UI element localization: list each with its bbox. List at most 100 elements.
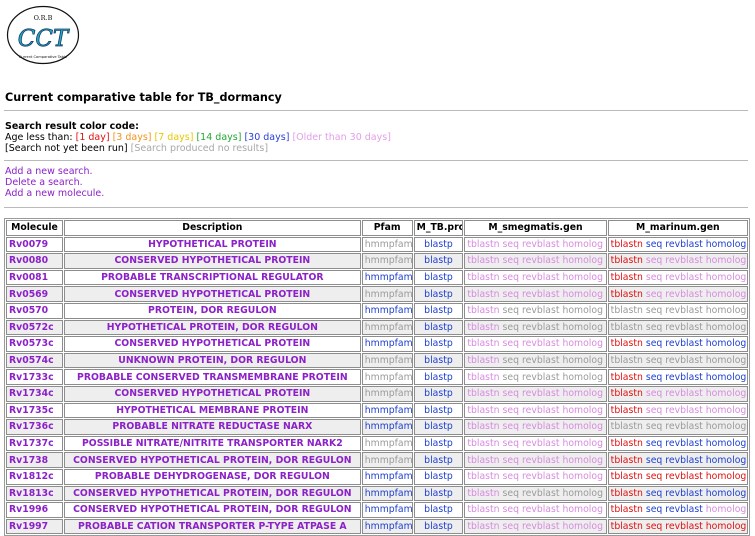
- seq-link[interactable]: seq: [503, 305, 519, 316]
- tblastn-link[interactable]: tblastn: [611, 289, 643, 300]
- seq-link[interactable]: seq: [646, 372, 662, 383]
- homolog-link[interactable]: homolog: [562, 471, 603, 482]
- molecule-link[interactable]: Rv1738: [9, 455, 48, 466]
- col-header-msmegmatis-gen[interactable]: M_smegmatis.gen: [464, 220, 607, 236]
- blastp-link[interactable]: blastp: [424, 405, 453, 416]
- tblastn-link[interactable]: tblastn: [611, 405, 643, 416]
- blastp-link[interactable]: blastp: [424, 338, 453, 349]
- tblastn-link[interactable]: tblastn: [467, 438, 499, 449]
- blastp-link[interactable]: blastp: [424, 272, 453, 283]
- tblastn-link[interactable]: tblastn: [611, 504, 643, 515]
- revblast-link[interactable]: revblast: [522, 421, 560, 432]
- revblast-link[interactable]: revblast: [665, 322, 703, 333]
- homolog-link[interactable]: homolog: [706, 488, 747, 499]
- pfam-link[interactable]: hmmpfam: [365, 405, 412, 416]
- seq-link[interactable]: seq: [646, 322, 662, 333]
- molecule-link[interactable]: Rv1813c: [9, 488, 54, 499]
- pfam-link[interactable]: hmmpfam: [365, 289, 412, 300]
- tblastn-link[interactable]: tblastn: [611, 322, 643, 333]
- seq-link[interactable]: seq: [646, 471, 662, 482]
- revblast-link[interactable]: revblast: [522, 521, 560, 532]
- tblastn-link[interactable]: tblastn: [467, 322, 499, 333]
- revblast-link[interactable]: revblast: [665, 504, 703, 515]
- homolog-link[interactable]: homolog: [706, 388, 747, 399]
- seq-link[interactable]: seq: [503, 338, 519, 349]
- seq-link[interactable]: seq: [503, 405, 519, 416]
- revblast-link[interactable]: revblast: [522, 355, 560, 366]
- molecule-link[interactable]: Rv1735c: [9, 405, 54, 416]
- tblastn-link[interactable]: tblastn: [467, 471, 499, 482]
- tblastn-link[interactable]: tblastn: [467, 521, 499, 532]
- tblastn-link[interactable]: tblastn: [467, 455, 499, 466]
- pfam-link[interactable]: hmmpfam: [365, 355, 412, 366]
- col-header-mmarinum-gen[interactable]: M_marinum.gen: [607, 220, 748, 236]
- tblastn-link[interactable]: tblastn: [611, 255, 643, 266]
- revblast-link[interactable]: revblast: [665, 471, 703, 482]
- blastp-link[interactable]: blastp: [424, 488, 453, 499]
- revblast-link[interactable]: revblast: [522, 289, 560, 300]
- tblastn-link[interactable]: tblastn: [467, 272, 499, 283]
- homolog-link[interactable]: homolog: [562, 255, 603, 266]
- add-molecule-link[interactable]: Add a new molecule.: [5, 188, 104, 200]
- homolog-link[interactable]: homolog: [706, 405, 747, 416]
- pfam-link[interactable]: hmmpfam: [365, 255, 412, 266]
- tblastn-link[interactable]: tblastn: [467, 372, 499, 383]
- seq-link[interactable]: seq: [503, 289, 519, 300]
- homolog-link[interactable]: homolog: [562, 421, 603, 432]
- blastp-link[interactable]: blastp: [424, 355, 453, 366]
- seq-link[interactable]: seq: [646, 338, 662, 349]
- revblast-link[interactable]: revblast: [522, 338, 560, 349]
- col-header-description[interactable]: Description: [63, 220, 361, 236]
- blastp-link[interactable]: blastp: [424, 471, 453, 482]
- homolog-link[interactable]: homolog: [706, 272, 747, 283]
- tblastn-link[interactable]: tblastn: [611, 471, 643, 482]
- tblastn-link[interactable]: tblastn: [467, 405, 499, 416]
- homolog-link[interactable]: homolog: [562, 372, 603, 383]
- molecule-link[interactable]: Rv0569: [9, 289, 48, 300]
- seq-link[interactable]: seq: [646, 421, 662, 432]
- homolog-link[interactable]: homolog: [706, 255, 747, 266]
- seq-link[interactable]: seq: [503, 455, 519, 466]
- homolog-link[interactable]: homolog: [562, 488, 603, 499]
- seq-link[interactable]: seq: [503, 322, 519, 333]
- molecule-link[interactable]: Rv1736c: [9, 421, 54, 432]
- blastp-link[interactable]: blastp: [424, 372, 453, 383]
- seq-link[interactable]: seq: [646, 405, 662, 416]
- seq-link[interactable]: seq: [646, 455, 662, 466]
- pfam-link[interactable]: hmmpfam: [365, 272, 412, 283]
- homolog-link[interactable]: homolog: [562, 405, 603, 416]
- revblast-link[interactable]: revblast: [522, 405, 560, 416]
- homolog-link[interactable]: homolog: [706, 239, 747, 250]
- tblastn-link[interactable]: tblastn: [467, 289, 499, 300]
- molecule-link[interactable]: Rv1733c: [9, 372, 54, 383]
- homolog-link[interactable]: homolog: [562, 521, 603, 532]
- seq-link[interactable]: seq: [646, 521, 662, 532]
- seq-link[interactable]: seq: [503, 438, 519, 449]
- blastp-link[interactable]: blastp: [424, 455, 453, 466]
- blastp-link[interactable]: blastp: [424, 521, 453, 532]
- seq-link[interactable]: seq: [646, 388, 662, 399]
- revblast-link[interactable]: revblast: [522, 322, 560, 333]
- blastp-link[interactable]: blastp: [424, 255, 453, 266]
- homolog-link[interactable]: homolog: [562, 355, 603, 366]
- molecule-link[interactable]: Rv1737c: [9, 438, 54, 449]
- seq-link[interactable]: seq: [646, 289, 662, 300]
- revblast-link[interactable]: revblast: [665, 239, 703, 250]
- tblastn-link[interactable]: tblastn: [611, 388, 643, 399]
- blastp-link[interactable]: blastp: [424, 305, 453, 316]
- revblast-link[interactable]: revblast: [522, 455, 560, 466]
- blastp-link[interactable]: blastp: [424, 421, 453, 432]
- seq-link[interactable]: seq: [646, 504, 662, 515]
- pfam-link[interactable]: hmmpfam: [365, 455, 412, 466]
- seq-link[interactable]: seq: [646, 355, 662, 366]
- revblast-link[interactable]: revblast: [665, 455, 703, 466]
- pfam-link[interactable]: hmmpfam: [365, 421, 412, 432]
- molecule-link[interactable]: Rv1996: [9, 504, 48, 515]
- seq-link[interactable]: seq: [503, 488, 519, 499]
- homolog-link[interactable]: homolog: [706, 521, 747, 532]
- revblast-link[interactable]: revblast: [665, 421, 703, 432]
- col-header-molecule[interactable]: Molecule: [6, 220, 63, 236]
- homolog-link[interactable]: homolog: [706, 322, 747, 333]
- homolog-link[interactable]: homolog: [706, 355, 747, 366]
- blastp-link[interactable]: blastp: [424, 438, 453, 449]
